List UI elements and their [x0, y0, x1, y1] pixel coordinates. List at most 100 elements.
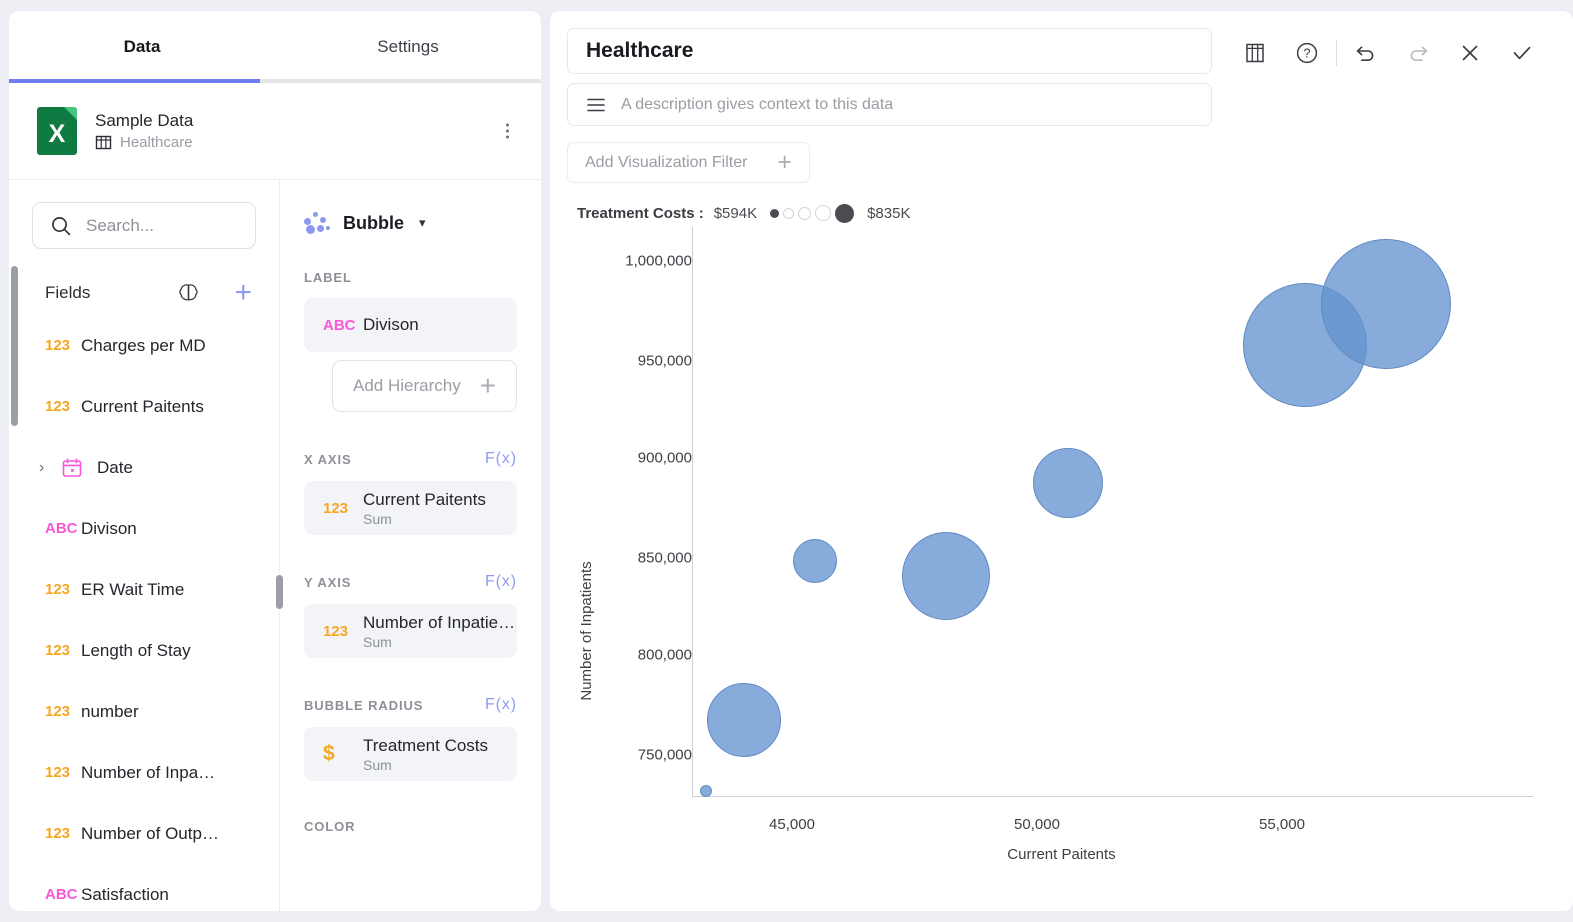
redo-icon[interactable]	[1392, 34, 1444, 72]
field-row[interactable]: ABC Satisfaction	[9, 864, 279, 911]
legend-min-value: $594K	[713, 204, 758, 222]
field-label: Treatment Costs	[363, 735, 489, 755]
field-type-icon: ABC	[45, 520, 78, 537]
add-hierarchy-label: Add Hierarchy	[353, 376, 461, 395]
visualization-title-input[interactable]: Healthcare	[567, 28, 1212, 74]
data-source-row[interactable]: X Sample Data Healthcare	[9, 83, 541, 180]
table-view-icon[interactable]	[1229, 34, 1281, 72]
x-axis-tick: 50,000	[1014, 816, 1060, 833]
tab-data[interactable]: Data	[9, 11, 275, 83]
field-type-icon: 123	[45, 642, 71, 659]
section-label-color: COLOR	[280, 819, 541, 834]
svg-text:?: ?	[1304, 47, 1311, 61]
add-visualization-filter-label: Add Visualization Filter	[585, 153, 748, 171]
y-axis-fx-button[interactable]: F(x)	[485, 573, 517, 591]
field-label: Current Paitents	[81, 396, 204, 416]
field-type-icon: $	[323, 742, 335, 765]
fields-column: Search... Fields + 123 Charges per MD 12…	[9, 180, 283, 911]
bubble-chart-icon	[304, 212, 330, 234]
section-label-label: LABEL	[280, 270, 541, 285]
field-label: ER Wait Time	[81, 579, 185, 599]
data-source-text: Sample Data Healthcare	[95, 111, 193, 151]
label-field-pill[interactable]: ABC Divison	[304, 298, 517, 352]
field-row[interactable]: 123 Current Paitents	[9, 376, 279, 437]
field-type-icon: 123	[323, 622, 349, 640]
add-field-icon[interactable]: +	[234, 278, 252, 308]
legend-title: Treatment Costs :	[577, 204, 704, 222]
data-source-title: Sample Data	[95, 111, 194, 130]
description-lines-icon	[587, 98, 605, 111]
config-column: Bubble ▾ LABEL ABC Divison Add Hierarchy…	[280, 180, 541, 911]
left-panel: Data Settings X Sample Data Healthcare S…	[9, 11, 541, 911]
x-axis-field-pill[interactable]: 123 Current Paitents Sum	[304, 481, 517, 535]
field-row[interactable]: › Date	[9, 437, 279, 498]
chevron-right-icon[interactable]: ›	[39, 459, 44, 477]
x-axis-tick: 45,000	[769, 816, 815, 833]
field-label: Length of Stay	[81, 640, 191, 660]
search-input[interactable]: Search...	[32, 202, 256, 249]
toolbar-separator	[1336, 40, 1337, 66]
section-label-x-axis: X AXIS F(x)	[280, 450, 541, 468]
field-label: Number of Inpa…	[81, 762, 216, 782]
close-icon[interactable]	[1444, 34, 1496, 72]
confirm-icon[interactable]	[1496, 34, 1548, 72]
data-source-subtitle-label: Healthcare	[120, 134, 193, 151]
undo-icon[interactable]	[1340, 34, 1392, 72]
legend-max-value: $835K	[867, 204, 911, 222]
x-axis-fx-button[interactable]: F(x)	[485, 450, 517, 468]
field-row[interactable]: 123 Number of Inpa…	[9, 742, 279, 803]
brain-icon[interactable]	[176, 281, 201, 306]
left-lower-area: Search... Fields + 123 Charges per MD 12…	[9, 180, 541, 911]
field-aggregation: Sum	[363, 633, 392, 650]
help-icon[interactable]: ?	[1281, 34, 1333, 72]
field-row[interactable]: 123 Length of Stay	[9, 620, 279, 681]
field-aggregation: Sum	[363, 510, 392, 527]
right-panel: Healthcare ? A description gives context…	[550, 11, 1573, 911]
field-row[interactable]: 123 number	[9, 681, 279, 742]
fields-header: Fields +	[9, 249, 279, 311]
add-visualization-filter-button[interactable]: Add Visualization Filter +	[567, 142, 810, 183]
field-type-icon: 123	[323, 499, 349, 517]
bubble-radius-field-pill[interactable]: $ Treatment Costs Sum	[304, 727, 517, 781]
chevron-down-icon[interactable]: ▾	[419, 215, 426, 231]
section-label-text: Y AXIS	[304, 574, 352, 590]
left-panel-scrollbar-thumb[interactable]	[11, 266, 18, 426]
field-aggregation: Sum	[363, 756, 392, 773]
section-label-text: X AXIS	[304, 451, 352, 467]
plus-icon: +	[777, 148, 792, 176]
bubble-chart: Number of Inpatients 1,000,000 950,000 9…	[550, 223, 1573, 883]
field-label: Number of Inpatie…	[363, 612, 516, 632]
section-label-y-axis: Y AXIS F(x)	[280, 573, 541, 591]
data-source-subtitle: Healthcare	[95, 134, 193, 151]
bubble-radius-fx-button[interactable]: F(x)	[485, 696, 517, 714]
field-label: Charges per MD	[81, 335, 206, 355]
field-row[interactable]: 123 Charges per MD	[9, 315, 279, 376]
search-wrapper: Search...	[9, 180, 279, 249]
y-axis-field-pill[interactable]: 123 Number of Inpatie… Sum	[304, 604, 517, 658]
field-type-icon: 123	[45, 703, 71, 720]
description-input[interactable]: A description gives context to this data	[567, 83, 1212, 126]
field-row[interactable]: ABC Divison	[9, 498, 279, 559]
field-row[interactable]: 123 Number of Outp…	[9, 803, 279, 864]
field-label: Divison	[81, 518, 137, 538]
add-hierarchy-button[interactable]: Add Hierarchy +	[332, 360, 517, 412]
calendar-icon	[61, 457, 97, 479]
field-label: Divison	[363, 315, 419, 334]
section-label-text: COLOR	[304, 819, 356, 834]
section-label-text: BUBBLE RADIUS	[304, 697, 424, 713]
section-label-text: LABEL	[304, 270, 352, 285]
table-icon	[95, 135, 112, 150]
tab-settings[interactable]: Settings	[275, 11, 541, 83]
field-type-icon: 123	[45, 825, 71, 842]
field-type-icon: 123	[45, 337, 71, 354]
description-placeholder: A description gives context to this data	[621, 95, 894, 113]
tab-data-label: Data	[123, 37, 161, 56]
field-label: Date	[97, 457, 133, 477]
search-placeholder: Search...	[86, 215, 155, 235]
chart-type-selector[interactable]: Bubble ▾	[280, 180, 541, 242]
excel-icon: X	[37, 107, 77, 155]
field-row[interactable]: 123 ER Wait Time	[9, 559, 279, 620]
section-label-bubble-radius: BUBBLE RADIUS F(x)	[280, 696, 541, 714]
bubble-size-legend: Treatment Costs : $594K $835K	[577, 203, 1573, 223]
kebab-menu-icon[interactable]	[502, 120, 513, 143]
